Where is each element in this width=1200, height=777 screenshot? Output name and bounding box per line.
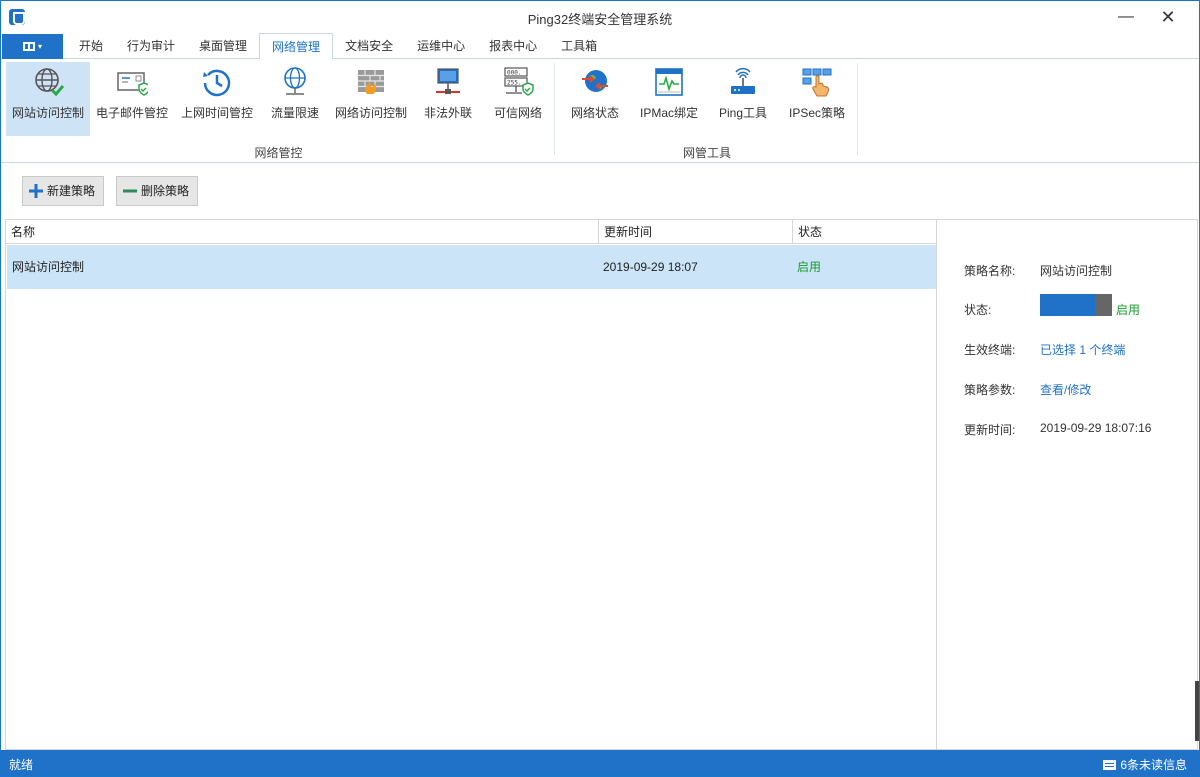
tab-report-center[interactable]: 报表中心 xyxy=(477,33,549,59)
policy-table: 名称 更新时间 状态 网站访问控制 2019-09-29 18:07 启用 xyxy=(5,219,936,750)
internet-time-control-button[interactable]: 上网时间管控 xyxy=(176,62,258,136)
cell-status: 启用 xyxy=(797,260,822,274)
ipmac-bind-button[interactable]: IPMac绑定 xyxy=(634,62,704,136)
trusted-network-icon: 000. 255. xyxy=(504,67,534,96)
toggle-knob xyxy=(1095,294,1112,316)
detail-status-label: 状态: xyxy=(964,303,992,317)
file-menu-button[interactable]: ▾ xyxy=(2,34,63,59)
detail-terminals-row: 生效终端: 已选择 1 个终端 xyxy=(937,341,1197,361)
ribbon-group-divider xyxy=(857,63,858,155)
website-access-control-button[interactable]: 网站访问控制 xyxy=(6,62,90,136)
ipmac-bind-icon xyxy=(655,68,683,96)
detail-terminals-label: 生效终端: xyxy=(964,343,1016,357)
new-policy-button[interactable]: 新建策略 xyxy=(22,176,105,206)
detail-name-value: 网站访问控制 xyxy=(1040,264,1113,278)
policy-toolbar: 新建策略 删除策略 xyxy=(1,163,1199,219)
selected-terminals-link[interactable]: 已选择 1 个终端 xyxy=(1040,341,1125,358)
illegal-outreach-button[interactable]: 非法外联 xyxy=(419,62,477,136)
detail-status-row: 状态: 启用 xyxy=(937,294,1197,321)
globe-network-icon xyxy=(284,67,306,95)
firewall-icon xyxy=(358,70,384,94)
ribbon-button-label: 非法外联 xyxy=(423,106,472,120)
email-control-button[interactable]: 电子邮件管控 xyxy=(92,62,172,136)
detail-name-row: 策略名称: 网站访问控制 xyxy=(937,262,1197,282)
email-shield-icon xyxy=(117,72,148,96)
delete-policy-button[interactable]: 删除策略 xyxy=(116,176,199,206)
ribbon-button-label: 电子邮件管控 xyxy=(95,106,168,120)
detail-name-label: 策略名称: xyxy=(964,264,1016,278)
unread-messages-text: 6条未读信息 xyxy=(1120,758,1187,772)
detail-updated-label: 更新时间: xyxy=(964,423,1016,437)
column-header-updated[interactable]: 更新时间 xyxy=(599,220,793,244)
policy-details-panel: 策略名称: 网站访问控制 状态: 启用 生效终端: 已选择 1 个终端 策略参数… xyxy=(936,219,1198,750)
ribbon-button-label: 可信网络 xyxy=(493,106,542,120)
table-row[interactable]: 网站访问控制 2019-09-29 18:07 启用 xyxy=(7,245,936,289)
ribbon-button-label: 上网时间管控 xyxy=(180,106,253,120)
ribbon-button-label: Ping工具 xyxy=(718,106,768,120)
tab-network-management[interactable]: 网络管理 xyxy=(259,33,334,60)
delete-policy-label: 删除策略 xyxy=(141,184,190,198)
router-icon xyxy=(731,67,755,94)
status-bar: 就绪 6条未读信息 xyxy=(1,750,1199,776)
detail-updated-row: 更新时间: 2019-09-29 18:07:16 xyxy=(937,421,1197,441)
globe-check-icon xyxy=(35,68,64,97)
view-edit-params-link[interactable]: 查看/修改 xyxy=(1040,381,1091,398)
tab-behavior-audit[interactable]: 行为审计 xyxy=(115,33,187,59)
detail-params-label: 策略参数: xyxy=(964,383,1016,397)
ribbon: 网站访问控制 电子邮件管控 上网时间管控 流量限速 网络访问控制 非法外联 00… xyxy=(1,59,1199,163)
close-button[interactable]: ✕ xyxy=(1153,1,1183,33)
tab-start[interactable]: 开始 xyxy=(67,33,115,59)
tab-desktop-management[interactable]: 桌面管理 xyxy=(187,33,259,59)
ipsec-policy-button[interactable]: IPSec策略 xyxy=(784,62,850,136)
ribbon-group-label: 网管工具 xyxy=(682,146,731,160)
ribbon-button-label: 网络访问控制 xyxy=(334,106,407,120)
monitor-network-icon xyxy=(436,68,460,94)
column-header-status[interactable]: 状态 xyxy=(793,220,937,244)
ribbon-group-label: 网络管控 xyxy=(254,146,303,160)
mail-icon xyxy=(1103,759,1117,770)
column-header-name[interactable]: 名称 xyxy=(6,220,599,244)
chevron-down-icon: ▾ xyxy=(37,41,42,51)
minus-icon xyxy=(123,189,137,193)
status-text: 就绪 xyxy=(9,758,34,772)
ipsec-policy-icon xyxy=(802,68,832,97)
status-toggle[interactable] xyxy=(1040,294,1112,316)
menu-tab-bar: ▾ 开始 行为审计 桌面管理 网络管理 文档安全 运维中心 报表中心 工具箱 xyxy=(1,33,1199,60)
app-window: Ping32终端安全管理系统 — ✕ ▾ 开始 行为审计 桌面管理 网络管理 文… xyxy=(0,0,1200,777)
trusted-network-button[interactable]: 000. 255. 可信网络 xyxy=(488,62,548,136)
new-policy-label: 新建策略 xyxy=(47,184,96,198)
ribbon-button-label: IPMac绑定 xyxy=(639,106,698,120)
layout-icon xyxy=(22,42,35,52)
ribbon-group-divider xyxy=(554,63,555,155)
tab-ops-center[interactable]: 运维中心 xyxy=(405,33,477,59)
minimize-button[interactable]: — xyxy=(1111,1,1141,33)
cell-name: 网站访问控制 xyxy=(12,260,85,274)
traffic-limit-button[interactable]: 流量限速 xyxy=(264,62,326,136)
svg-text:255.: 255. xyxy=(507,80,521,87)
plus-icon xyxy=(29,183,43,198)
window-title: Ping32终端安全管理系统 xyxy=(527,12,673,27)
ribbon-button-label: 流量限速 xyxy=(270,106,319,120)
tab-list: 开始 行为审计 桌面管理 网络管理 文档安全 运维中心 报表中心 工具箱 xyxy=(67,33,609,60)
network-status-icon xyxy=(582,70,608,92)
cell-updated: 2019-09-29 18:07 xyxy=(603,260,698,274)
ribbon-button-label: 网站访问控制 xyxy=(11,106,84,120)
svg-text:000.: 000. xyxy=(507,70,521,77)
ribbon-button-label: 网络状态 xyxy=(570,106,619,120)
table-header: 名称 更新时间 状态 xyxy=(6,220,936,244)
panel-resize-handle[interactable] xyxy=(1195,681,1199,741)
ribbon-button-label: IPSec策略 xyxy=(788,106,846,120)
title-bar: Ping32终端安全管理系统 — ✕ xyxy=(1,1,1199,33)
clock-history-icon xyxy=(203,69,231,97)
network-access-control-button[interactable]: 网络访问控制 xyxy=(331,62,411,136)
status-toggle-text: 启用 xyxy=(1116,303,1141,317)
detail-updated-value: 2019-09-29 18:07:16 xyxy=(1040,421,1152,435)
tab-document-security[interactable]: 文档安全 xyxy=(333,33,405,59)
ping-tool-button[interactable]: Ping工具 xyxy=(714,62,772,136)
detail-params-row: 策略参数: 查看/修改 xyxy=(937,381,1197,401)
tab-toolbox[interactable]: 工具箱 xyxy=(549,33,609,59)
unread-messages[interactable]: 6条未读信息 xyxy=(1103,756,1187,773)
network-status-button[interactable]: 网络状态 xyxy=(564,62,626,136)
